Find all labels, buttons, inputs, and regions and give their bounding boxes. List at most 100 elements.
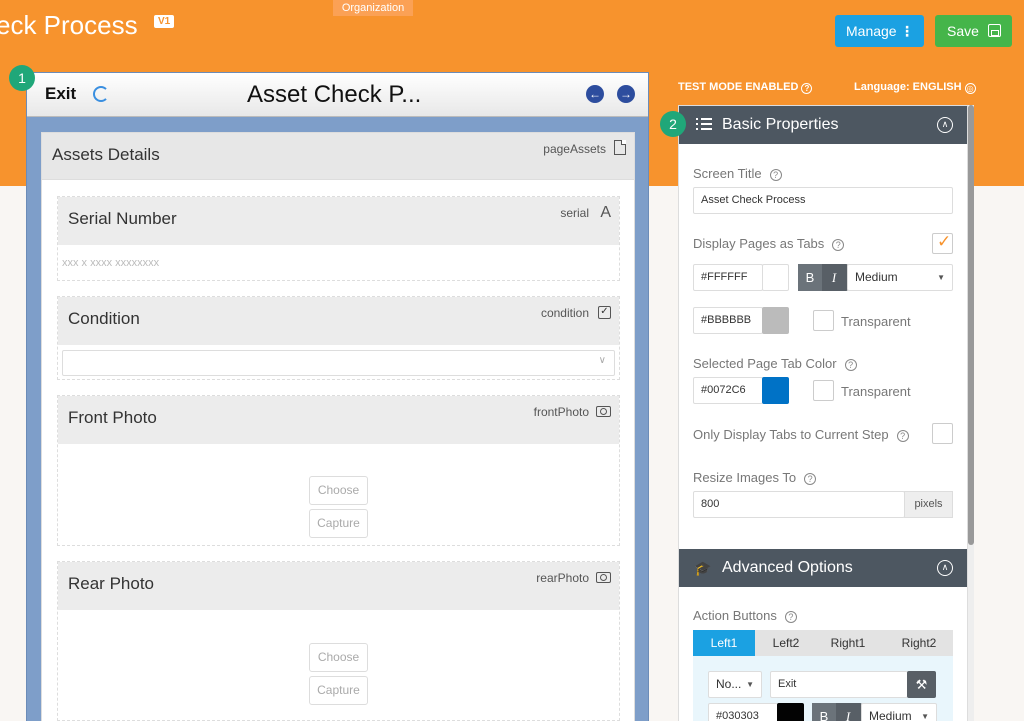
only-current-checkbox[interactable] [932,423,953,444]
screen-title-input[interactable]: Asset Check Process [693,187,953,214]
resize-input[interactable]: 800 [693,491,905,518]
capture-button[interactable]: Capture [309,676,368,705]
globe-icon: ◎ [964,83,976,94]
page-card: Assets Details pageAssets Serial Number … [41,132,635,721]
transparent-label: Transparent [841,384,911,399]
transparent-label: Transparent [841,314,911,329]
text-icon: A [600,204,611,221]
chevron-up-icon[interactable]: ∧ [937,560,953,576]
manage-label: Manage [846,23,897,39]
selected-tab-color-input[interactable]: #0072C6 [693,377,763,404]
text-style-group: B I [798,264,848,291]
condition-select[interactable]: ∨ [62,350,615,376]
display-tabs-checkbox[interactable]: ✓ [932,232,953,254]
tab-left2[interactable]: Left2 [755,630,817,656]
page-title: Assets Details [52,145,160,164]
only-current-label: Only Display Tabs to Current Step? [693,427,909,442]
basic-properties-header[interactable]: Basic Properties ∧ [679,106,967,144]
help-icon[interactable]: ? [844,359,857,371]
tab-text-color-input[interactable]: #FFFFFF [693,264,763,291]
field-front-photo[interactable]: Front Photo frontPhoto Choose Capture [57,395,620,546]
tab-bg-color-swatch[interactable] [762,307,789,334]
test-mode-indicator[interactable]: TEST MODE ENABLED? [678,81,813,94]
help-icon[interactable]: ? [769,169,782,181]
screen-preview: Exit Asset Check P... ← → Assets Details… [26,72,649,721]
field-header: Serial Number serial A [58,197,619,245]
resize-label: Resize Images To? [693,470,817,485]
action-button-settings: No... ▼ Exit ⚒ #030303 B I Medium ▼ [693,656,953,721]
save-label: Save [947,23,979,39]
tab-text-color-swatch[interactable] [762,264,789,291]
chevron-down-icon: ▼ [921,712,929,721]
step-badge-1: 1 [9,65,35,91]
scrollbar-thumb[interactable] [968,105,974,545]
preview-title: Asset Check P... [247,81,422,108]
panel-scrollbar[interactable] [968,105,974,721]
display-tabs-label: Display Pages as Tabs? [693,236,845,251]
action-color-swatch[interactable] [777,703,804,721]
tab-right2[interactable]: Right2 [885,630,953,656]
app-title: eck Process [0,10,138,40]
bold-button[interactable]: B [798,264,822,291]
selected-tab-label: Selected Page Tab Color? [693,356,857,371]
choose-button[interactable]: Choose [309,643,368,672]
action-label-input[interactable]: Exit [770,671,908,698]
italic-button[interactable]: I [836,703,860,721]
step-badge-2: 2 [660,111,686,137]
choose-button[interactable]: Choose [309,476,368,505]
help-icon[interactable]: ? [784,611,797,623]
capture-button[interactable]: Capture [309,509,368,538]
field-header: Rear Photo rearPhoto [58,562,619,610]
action-buttons-label: Action Buttons? [693,608,797,623]
properties-panel: Basic Properties ∧ Screen Title? Asset C… [678,105,968,721]
action-color-input[interactable]: #030303 [708,703,778,721]
action-font-size-select[interactable]: Medium ▼ [861,703,937,721]
page-header[interactable]: Assets Details pageAssets [42,133,634,180]
selected-tab-color-swatch[interactable] [762,377,789,404]
field-condition[interactable]: Condition condition ✓ ∨ [57,296,620,380]
font-size-select[interactable]: Medium ▼ [847,264,953,291]
organization-tag[interactable]: Organization [333,0,413,16]
text-style-group: B I [812,703,862,721]
kebab-icon: ⋮ [900,23,914,39]
language-selector[interactable]: Language: ENGLISH ◎ [854,81,976,94]
checkbox-icon: ✓ [598,306,611,319]
page-key: pageAssets [543,142,606,156]
help-icon[interactable]: ? [832,239,845,251]
field-rear-photo[interactable]: Rear Photo rearPhoto Choose Capture [57,561,620,721]
preview-header: Exit Asset Check P... ← → [27,73,648,117]
save-button[interactable]: Save [935,15,1012,47]
arrow-left-icon[interactable]: ← [586,85,604,103]
refresh-icon[interactable] [93,86,109,102]
chevron-down-icon: ▼ [937,273,945,282]
arrow-right-icon[interactable]: → [617,85,635,103]
field-header: Condition condition ✓ [58,297,619,345]
action-type-select[interactable]: No... ▼ [708,671,762,698]
document-icon [614,140,626,155]
italic-button[interactable]: I [822,264,846,291]
action-button-tabs: Left1 Left2 Right1 Right2 [693,630,953,656]
manage-button[interactable]: Manage ⋮ [835,15,924,47]
help-icon[interactable]: ? [896,430,909,442]
serial-placeholder: xxx x xxxx xxxxxxxx [62,257,160,269]
camera-icon [596,406,611,417]
wrench-icon[interactable]: ⚒ [907,671,936,698]
transparent-checkbox[interactable] [813,310,834,331]
tab-left1[interactable]: Left1 [693,630,755,656]
resize-unit: pixels [904,491,953,518]
tab-right1[interactable]: Right1 [817,630,879,656]
field-header: Front Photo frontPhoto [58,396,619,444]
advanced-options-header[interactable]: 🎓 Advanced Options ∧ [679,549,967,587]
chevron-up-icon[interactable]: ∧ [937,117,953,133]
graduation-cap-icon: 🎓 [694,560,712,576]
help-icon: ? [801,83,813,94]
field-serial[interactable]: Serial Number serial A xxx x xxxx xxxxxx… [57,196,620,281]
bold-button[interactable]: B [812,703,836,721]
save-disk-icon [988,24,1001,37]
tab-bg-color-input[interactable]: #BBBBBB [693,307,763,334]
list-icon [696,118,712,130]
chevron-down-icon: ∨ [598,355,606,366]
help-icon[interactable]: ? [804,473,817,485]
transparent-checkbox[interactable] [813,380,834,401]
exit-button[interactable]: Exit [45,84,76,104]
